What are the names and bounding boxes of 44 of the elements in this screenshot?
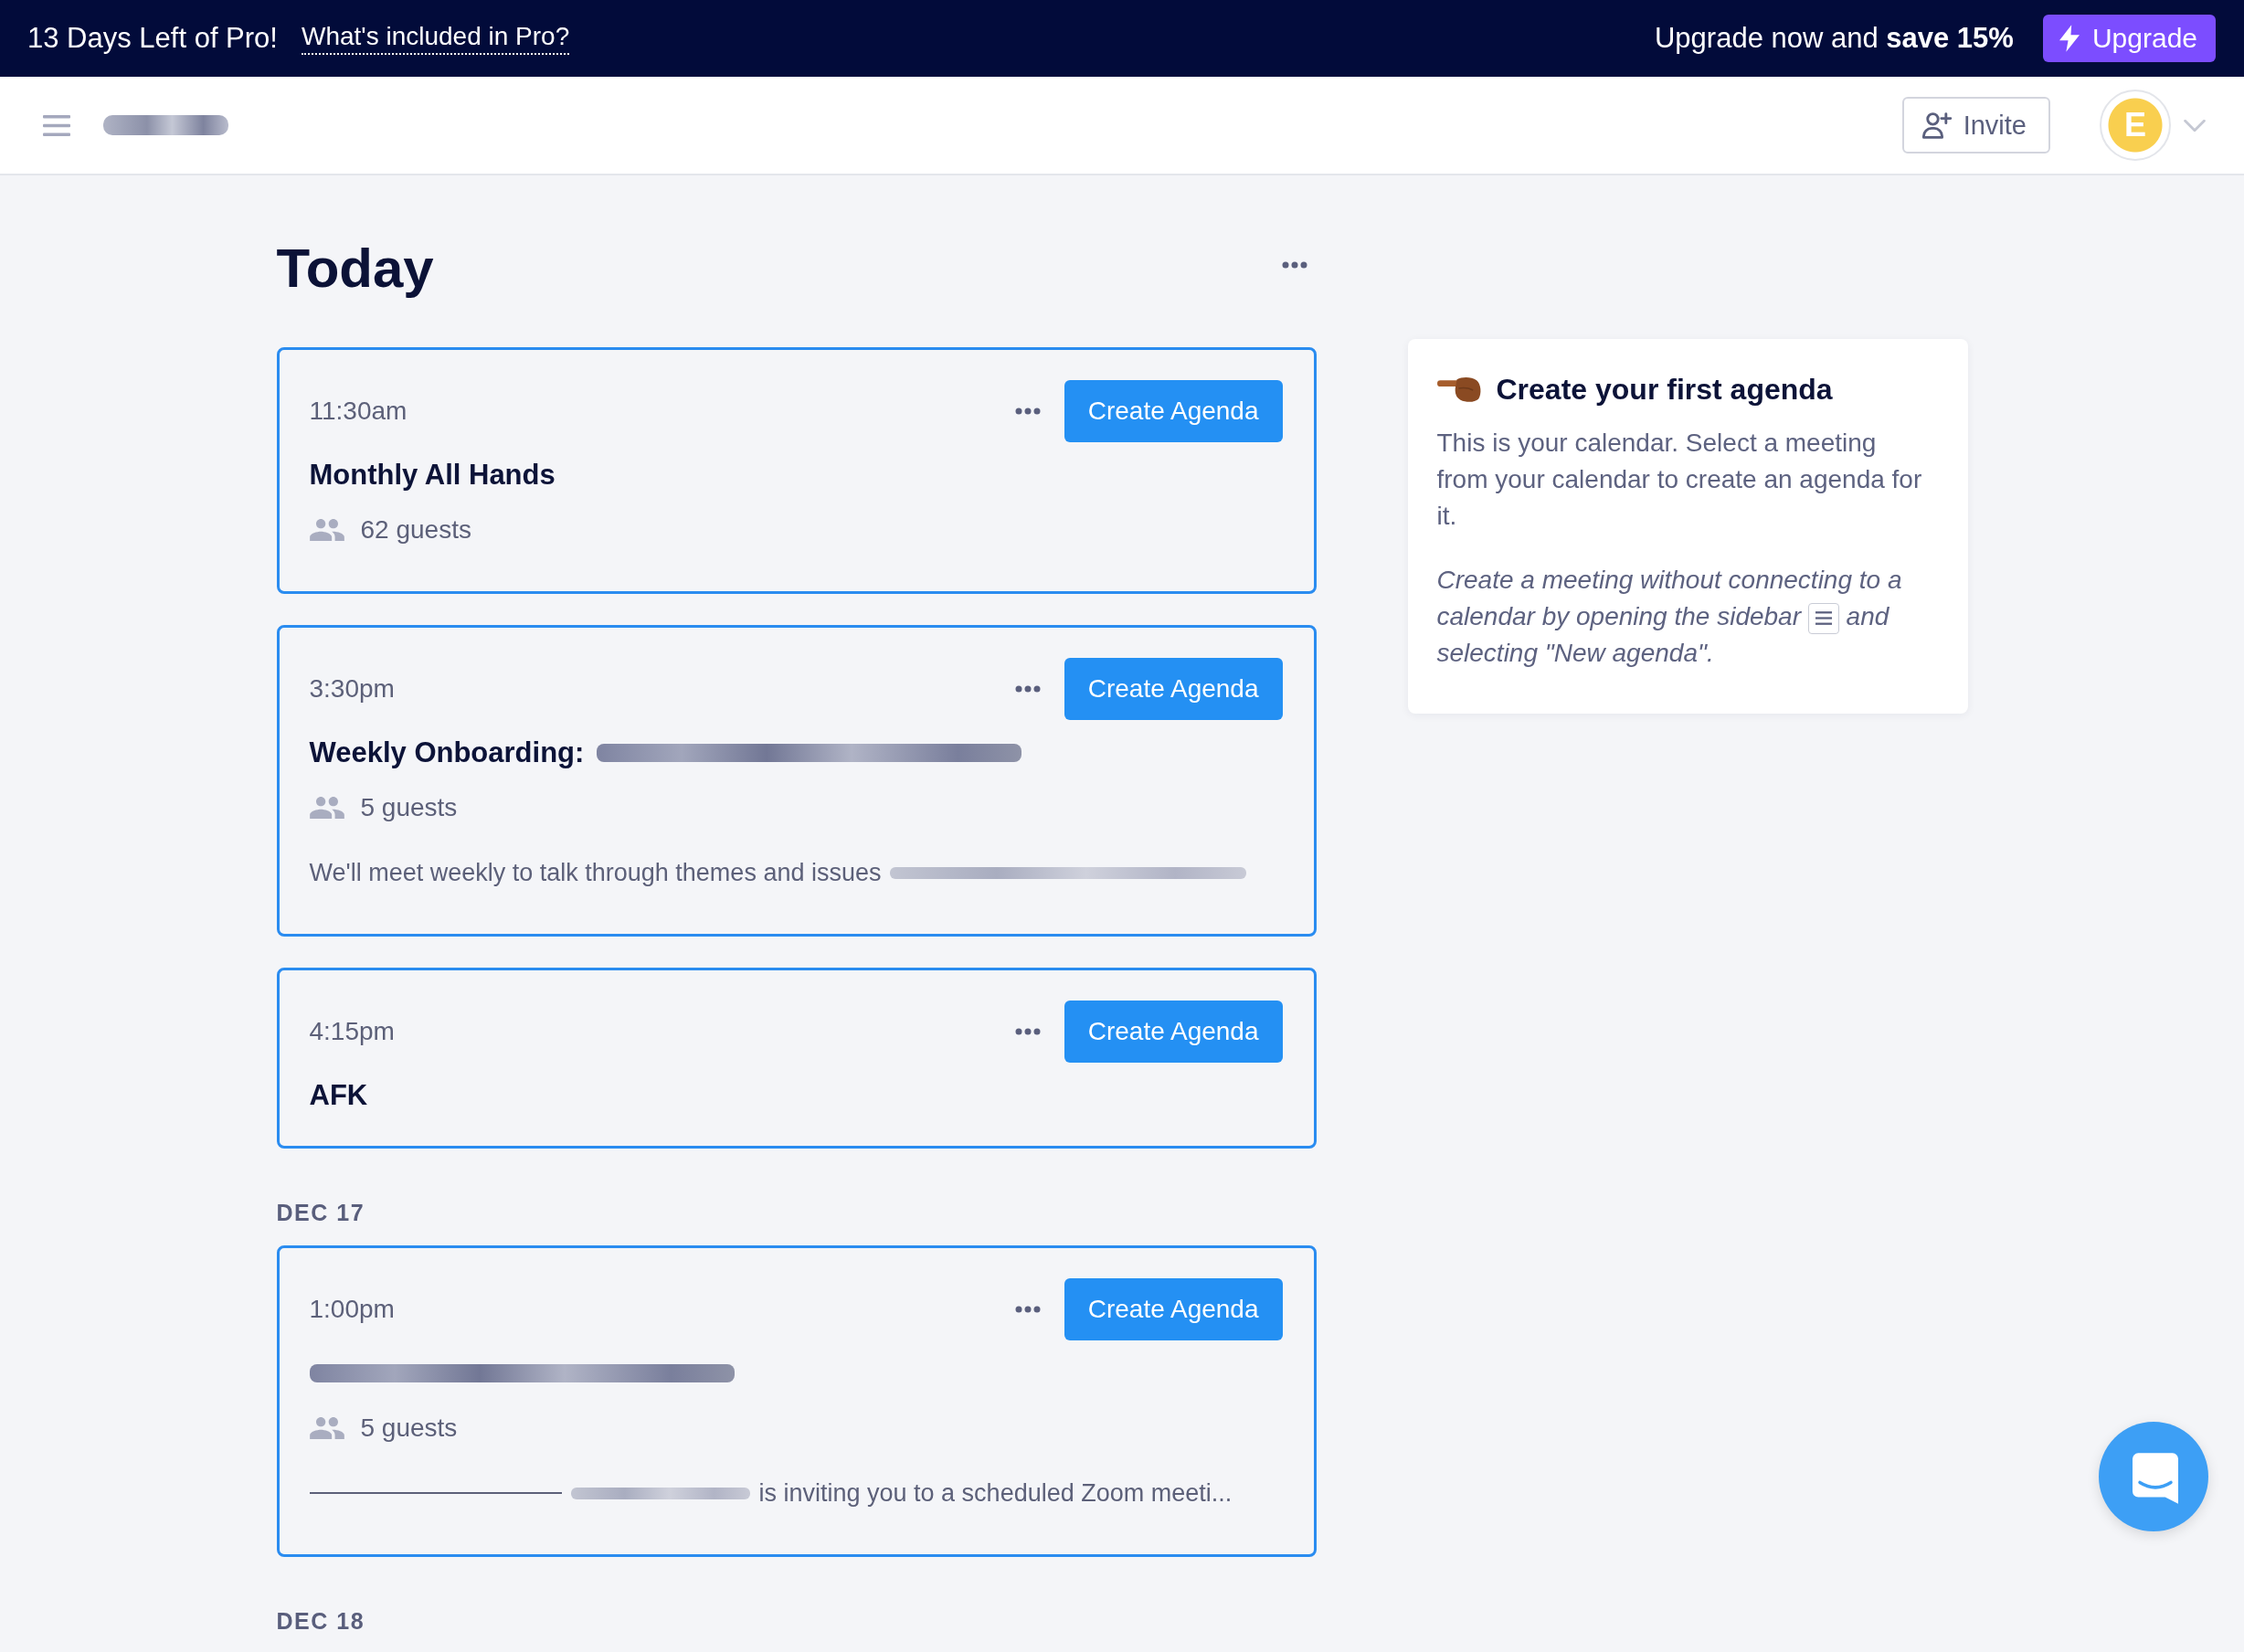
people-icon xyxy=(309,797,344,819)
meeting-title: Monthly All Hands xyxy=(309,458,556,492)
date-heading: DEC 17 xyxy=(276,1199,366,1226)
pointing-hand-icon xyxy=(1436,376,1482,403)
menu-icon xyxy=(1807,602,1839,634)
meeting-time: 4:15pm xyxy=(309,1017,396,1046)
more-options-icon[interactable] xyxy=(1014,685,1041,693)
create-agenda-button[interactable]: Create Agenda xyxy=(1064,380,1283,442)
guest-count: 62 guests xyxy=(360,514,471,545)
chat-icon xyxy=(2133,1453,2178,1504)
create-agenda-button[interactable]: Create Agenda xyxy=(1064,1278,1283,1340)
meeting-title: Weekly Onboarding: xyxy=(309,736,585,770)
more-options-icon[interactable] xyxy=(1014,1028,1041,1035)
pro-features-link[interactable]: What's included in Pro? xyxy=(302,22,570,55)
lightning-icon xyxy=(2059,25,2080,52)
meeting-time: 1:00pm xyxy=(309,1295,396,1324)
people-icon xyxy=(309,1417,344,1439)
add-person-icon xyxy=(1921,111,1953,139)
meeting-time: 3:30pm xyxy=(309,674,396,704)
meeting-title: AFK xyxy=(309,1078,368,1113)
meeting-card[interactable]: 1:00pm Create Agenda 5 guests is inviting you to a scheduled Zoom meeti... xyxy=(276,1245,1317,1557)
invite-button[interactable]: Invite xyxy=(1901,97,2050,154)
upgrade-button[interactable]: Upgrade xyxy=(2042,15,2216,62)
tip-hint: Create a meeting without connecting to a calendar by opening the sidebar and selecting "New agenda". xyxy=(1436,565,1903,669)
create-agenda-button[interactable]: Create Agenda xyxy=(1064,1001,1283,1063)
trial-text: 13 Days Left of Pro! xyxy=(27,22,278,55)
meeting-card[interactable]: 3:30pm Create Agenda Weekly Onboarding: 5 guests We'll meet weekly to talk through themes and issues xyxy=(276,625,1317,937)
promo-text: Upgrade now and save 15% xyxy=(1654,22,2014,55)
more-options-icon[interactable] xyxy=(1014,408,1041,415)
tip-body: This is your calendar. Select a meeting from your calendar to create an agenda for it. xyxy=(1436,428,1923,532)
create-agenda-button[interactable]: Create Agenda xyxy=(1064,658,1283,720)
guest-count: 5 guests xyxy=(360,1413,458,1444)
meeting-time: 11:30am xyxy=(309,397,408,426)
more-options-icon[interactable] xyxy=(1281,261,1307,269)
meeting-card[interactable]: 4:15pm Create Agenda AFK xyxy=(276,968,1317,1149)
meeting-description: We'll meet weekly to talk through themes and issues xyxy=(309,858,882,888)
meeting-description: is inviting you to a scheduled Zoom meeti... xyxy=(758,1478,1233,1509)
date-heading: DEC 18 xyxy=(276,1607,366,1635)
page-title: Today xyxy=(276,237,434,301)
meeting-card[interactable]: 11:30am Create Agenda Monthly All Hands 62 guests xyxy=(276,347,1317,594)
tip-title: Create your first agenda xyxy=(1496,372,1833,408)
guest-count: 5 guests xyxy=(360,792,458,823)
more-options-icon[interactable] xyxy=(1014,1306,1041,1313)
people-icon xyxy=(309,519,344,541)
